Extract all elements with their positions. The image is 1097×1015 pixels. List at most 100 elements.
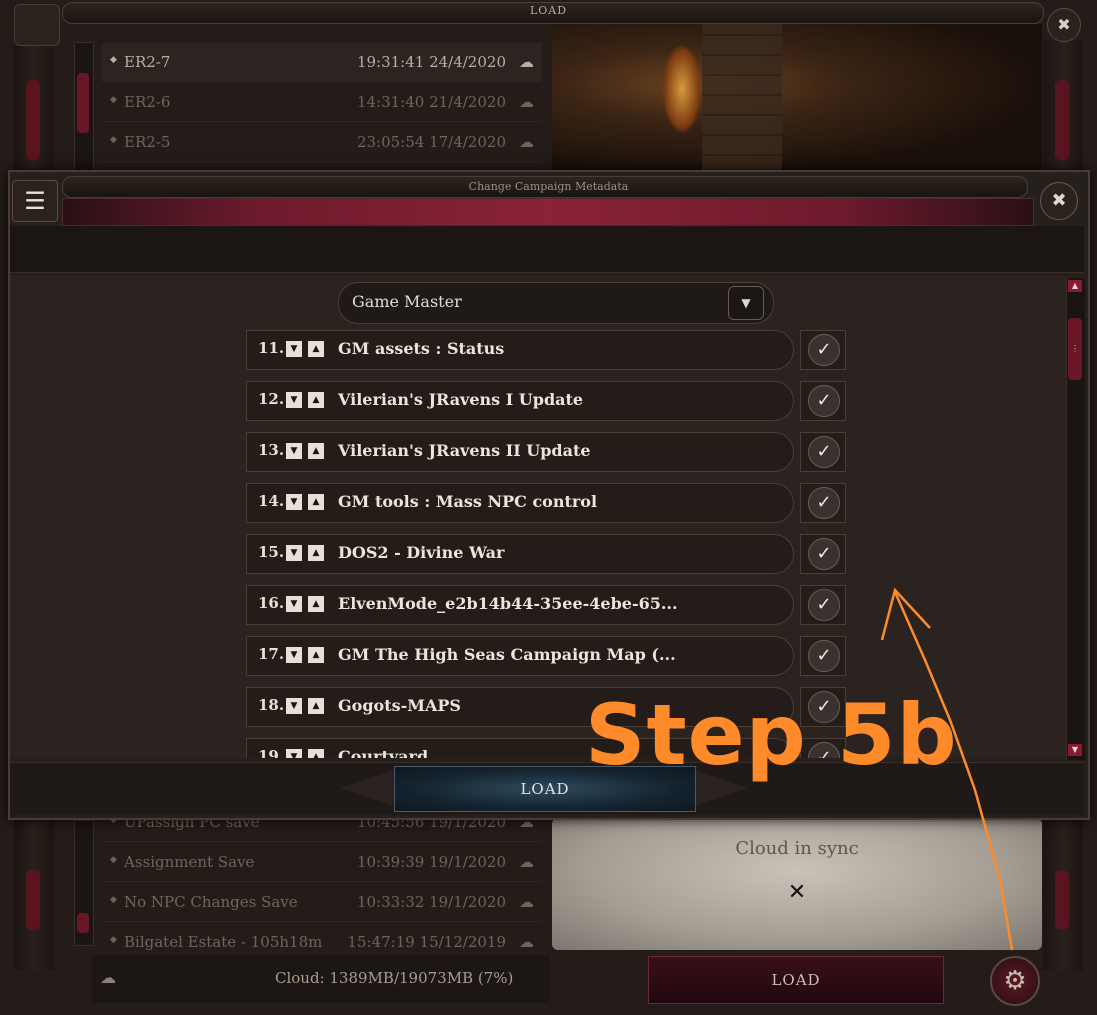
chevron-down-icon[interactable]: ▼: [728, 286, 764, 320]
save-preview-image: [552, 24, 1042, 174]
mod-name: Gogots-MAPS: [338, 696, 461, 715]
mod-name: Vilerian's JRavens I Update: [338, 390, 584, 409]
mod-name: Courtyard: [338, 747, 429, 758]
save-timestamp: 23:05:54 17/4/2020: [356, 133, 506, 151]
mod-row-background: [246, 534, 794, 574]
scroll-down-icon[interactable]: ▼: [1068, 744, 1082, 756]
save-row[interactable]: ◆ ER2-7 19:31:41 24/4/2020 ☁: [102, 43, 542, 82]
mod-order-number: 17.: [258, 645, 285, 663]
checkmark-icon: ✓: [808, 640, 840, 672]
mod-row: 12. ▼ ▲ Vilerian's JRavens I Update ✓: [246, 381, 846, 421]
mod-name: GM The High Seas Campaign Map (...: [338, 645, 676, 664]
move-down-icon[interactable]: ▼: [286, 698, 302, 714]
save-row[interactable]: ◆ ER2-5 23:05:54 17/4/2020 ☁: [102, 123, 542, 162]
checkmark-icon: ✓: [808, 436, 840, 468]
scroll-thumb[interactable]: ⋮: [1068, 318, 1082, 380]
move-up-icon[interactable]: ▲: [308, 545, 324, 561]
mod-order-number: 19.: [258, 747, 285, 758]
move-down-icon[interactable]: ▼: [286, 443, 302, 459]
save-timestamp: 19:31:41 24/4/2020: [356, 53, 506, 71]
cloud-icon: ☁: [519, 93, 534, 111]
cloud-icon: ☁: [519, 893, 534, 911]
mod-row: 17. ▼ ▲ GM The High Seas Campaign Map (... ✓: [246, 636, 846, 676]
dialog-header-strip: [10, 226, 1084, 273]
move-down-icon[interactable]: ▼: [286, 545, 302, 561]
scroll-up-icon[interactable]: ▲: [1068, 280, 1082, 292]
mod-order-number: 18.: [258, 696, 285, 714]
mod-enabled-checkbox[interactable]: ✓: [800, 330, 846, 370]
mod-name: Vilerian's JRavens II Update: [338, 441, 591, 460]
move-up-icon[interactable]: ▲: [308, 494, 324, 510]
save-timestamp: 15:47:19 15/12/2019: [347, 933, 506, 951]
bullet-icon: ◆: [110, 895, 117, 905]
mod-enabled-checkbox[interactable]: ✓: [800, 432, 846, 472]
checkmark-icon: ✓: [808, 334, 840, 366]
bullet-icon: ◆: [110, 135, 117, 145]
mod-enabled-checkbox[interactable]: ✓: [800, 585, 846, 625]
gear-icon[interactable]: ⚙: [990, 956, 1040, 1006]
move-up-icon[interactable]: ▲: [308, 698, 324, 714]
load-button-label: LOAD: [771, 971, 821, 989]
bullet-icon: ◆: [110, 95, 117, 105]
cloud-icon: ☁: [519, 133, 534, 151]
move-up-icon[interactable]: ▲: [308, 341, 324, 357]
bullet-icon: ◆: [110, 55, 117, 65]
save-row[interactable]: ◆ ER2-6 14:31:40 21/4/2020 ☁: [102, 83, 542, 122]
category-dropdown-value: Game Master: [352, 292, 462, 311]
mod-enabled-checkbox[interactable]: ✓: [800, 483, 846, 523]
save-row[interactable]: ◆ No NPC Changes Save 10:33:32 19/1/2020 ☁: [102, 883, 542, 922]
mod-row: 15. ▼ ▲ DOS2 - Divine War ✓: [246, 534, 846, 574]
load-window-title: LOAD: [529, 4, 568, 17]
move-up-icon[interactable]: ▲: [308, 596, 324, 612]
save-row[interactable]: ◆ Assignment Save 10:39:39 19/1/2020 ☁: [102, 843, 542, 882]
close-icon[interactable]: ✖: [1040, 182, 1078, 220]
mod-order-number: 13.: [258, 441, 285, 459]
move-up-icon[interactable]: ▲: [308, 443, 324, 459]
save-timestamp: 10:33:32 19/1/2020: [356, 893, 506, 911]
mod-name: GM tools : Mass NPC control: [338, 492, 598, 511]
mod-enabled-checkbox[interactable]: ✓: [800, 636, 846, 676]
mod-order-number: 16.: [258, 594, 285, 612]
move-down-icon[interactable]: ▼: [286, 596, 302, 612]
step-annotation-label: Step 5b: [585, 686, 958, 784]
mod-order-number: 15.: [258, 543, 285, 561]
move-up-icon[interactable]: ▲: [308, 392, 324, 408]
cloud-status-text: Cloud in sync: [735, 838, 859, 859]
mod-name: GM assets : Status: [338, 339, 505, 358]
move-down-icon[interactable]: ▼: [286, 647, 302, 663]
mod-row-background: [246, 330, 794, 370]
load-button[interactable]: LOAD: [648, 956, 944, 1004]
bullet-icon: ◆: [110, 935, 117, 945]
save-list-scrollbar-lower[interactable]: [74, 820, 94, 946]
checkmark-icon: ✓: [808, 385, 840, 417]
move-up-icon[interactable]: ▲: [308, 749, 324, 758]
move-down-icon[interactable]: ▼: [286, 341, 302, 357]
mod-order-number: 14.: [258, 492, 285, 510]
bullet-icon: ◆: [110, 855, 117, 865]
save-name: ER2-7: [124, 53, 171, 71]
mod-enabled-checkbox[interactable]: ✓: [800, 534, 846, 574]
move-up-icon[interactable]: ▲: [308, 647, 324, 663]
cloud-status-x-icon: ✕: [787, 880, 807, 905]
mod-order-number: 12.: [258, 390, 285, 408]
checkmark-icon: ✓: [808, 538, 840, 570]
mod-row: 13. ▼ ▲ Vilerian's JRavens II Update ✓: [246, 432, 846, 472]
move-down-icon[interactable]: ▼: [286, 749, 302, 758]
save-list-scrollbar[interactable]: [74, 42, 94, 174]
checkmark-icon: ✓: [808, 487, 840, 519]
save-timestamp: 10:39:39 19/1/2020: [356, 853, 506, 871]
cloud-icon: ☁: [519, 853, 534, 871]
move-down-icon[interactable]: ▼: [286, 494, 302, 510]
mod-row: 11. ▼ ▲ GM assets : Status ✓: [246, 330, 846, 370]
mod-row: 16. ▼ ▲ ElvenMode_e2b14b44-35ee-4ebe-65... ✓: [246, 585, 846, 625]
move-down-icon[interactable]: ▼: [286, 392, 302, 408]
cloud-icon: ☁: [519, 933, 534, 951]
close-icon[interactable]: ✖: [1047, 8, 1081, 42]
list-icon[interactable]: ☰: [12, 180, 58, 222]
dialog-header-band: [62, 198, 1034, 226]
cloud-icon: ☁: [100, 968, 116, 987]
mod-name: DOS2 - Divine War: [338, 543, 505, 562]
save-name: ER2-6: [124, 93, 171, 111]
cloud-icon: ☁: [519, 53, 534, 71]
mod-enabled-checkbox[interactable]: ✓: [800, 381, 846, 421]
